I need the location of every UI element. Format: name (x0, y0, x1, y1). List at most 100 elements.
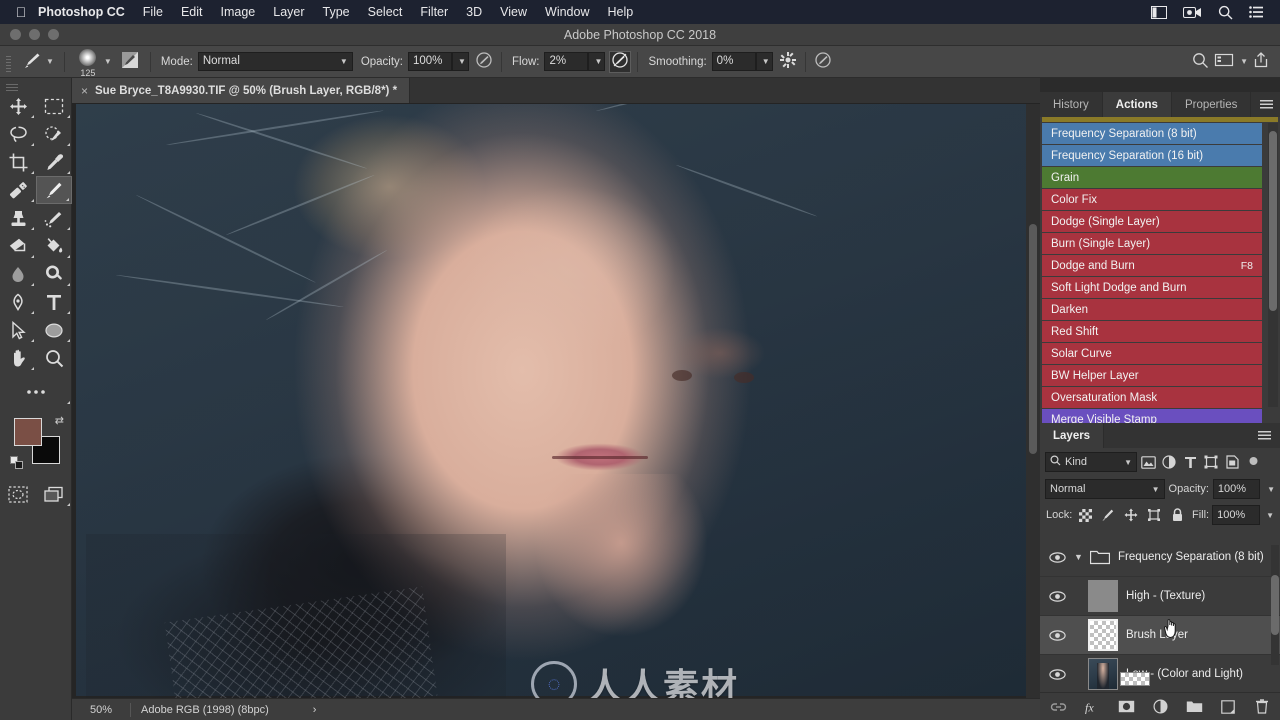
filter-toggle-icon[interactable] (1243, 452, 1263, 472)
pressure-opacity-toggle[interactable] (473, 51, 495, 73)
document-info[interactable]: Adobe RGB (1998) (8bpc) › (131, 704, 326, 716)
quick-selection-tool[interactable] (36, 120, 72, 148)
layer-visibility-toggle[interactable] (1040, 551, 1074, 563)
layer-visibility-toggle[interactable] (1040, 668, 1074, 680)
layer-thumbnail[interactable] (1088, 619, 1118, 651)
history-brush-tool[interactable] (36, 204, 72, 232)
close-icon[interactable]: × (81, 84, 88, 98)
smoothing-input[interactable]: 0% (711, 52, 756, 71)
opacity-dropdown[interactable]: ▼ (452, 52, 469, 71)
default-colors-icon[interactable] (10, 456, 24, 470)
tab-properties[interactable]: Properties (1172, 92, 1252, 117)
menu-app-name[interactable]: Photoshop CC (34, 0, 134, 24)
eraser-tool[interactable] (0, 232, 36, 260)
canvas-area[interactable]: ◌ 人人素材 (72, 104, 1040, 720)
scrollbar-thumb[interactable] (1269, 131, 1277, 311)
menu-layer[interactable]: Layer (264, 0, 313, 24)
blend-mode-control[interactable]: Mode: Normal ▼ (157, 46, 357, 78)
layer-blend-mode-select[interactable]: Normal ▼ (1045, 479, 1165, 499)
layer-row-group[interactable]: ▼ Frequency Separation (8 bit) (1040, 538, 1280, 577)
panel-menu-button[interactable] (1249, 423, 1280, 448)
scrollbar-thumb[interactable] (1271, 575, 1279, 635)
flow-control[interactable]: Flow: 2% ▼ (508, 46, 609, 78)
menu-select[interactable]: Select (359, 0, 412, 24)
action-item[interactable]: BW Helper Layer (1042, 365, 1262, 386)
options-bar-grip[interactable] (4, 51, 14, 72)
minimize-button[interactable] (29, 29, 40, 40)
action-item[interactable]: Dodge (Single Layer) (1042, 211, 1262, 232)
layer-row-low-color-light[interactable]: Low - (Color and Light) (1040, 655, 1280, 694)
scrollbar-thumb[interactable] (1029, 224, 1037, 454)
tab-actions[interactable]: Actions (1102, 92, 1172, 117)
flow-input[interactable]: 2% (544, 52, 589, 71)
airbrush-toggle[interactable] (609, 50, 632, 73)
add-layer-mask-icon[interactable] (1117, 698, 1135, 716)
split-view-icon[interactable] (1151, 5, 1167, 19)
action-item[interactable]: Oversaturation Mask (1042, 387, 1262, 408)
edit-toolbar-button[interactable] (0, 378, 72, 406)
new-layer-icon[interactable] (1219, 698, 1237, 716)
layer-row-high-texture[interactable]: High - (Texture) (1040, 577, 1280, 616)
tab-layers[interactable]: Layers (1040, 423, 1105, 448)
chevron-down-icon[interactable]: ▼ (1267, 485, 1275, 494)
lasso-tool[interactable] (0, 120, 36, 148)
rectangular-marquee-tool[interactable] (36, 92, 72, 120)
brush-panel-toggle-button[interactable] (116, 46, 144, 78)
action-item[interactable]: Frequency Separation (8 bit) (1042, 123, 1262, 144)
apple-logo-icon[interactable]:  (8, 5, 34, 19)
layer-kind-select[interactable]: Kind ▼ (1045, 452, 1137, 472)
opacity-input[interactable]: 100% (408, 52, 452, 71)
smart-object-filter-icon[interactable] (1222, 452, 1242, 472)
action-item[interactable]: Solar Curve (1042, 343, 1262, 364)
menu-window[interactable]: Window (536, 0, 598, 24)
brush-preset-picker[interactable]: 125 ▼ (71, 46, 116, 78)
action-item[interactable]: Soft Light Dodge and Burn (1042, 277, 1262, 298)
smoothing-control[interactable]: Smoothing: 0% ▼ (644, 46, 776, 78)
path-selection-tool[interactable] (0, 316, 36, 344)
share-button[interactable] (1250, 51, 1272, 73)
actions-set-header[interactable] (1042, 117, 1278, 122)
screen-record-icon[interactable] (1183, 6, 1202, 19)
menu-image[interactable]: Image (212, 0, 265, 24)
spotlight-search-icon[interactable] (1218, 5, 1233, 20)
toolbar-grip[interactable] (0, 82, 71, 92)
pixel-layer-filter-icon[interactable] (1138, 452, 1158, 472)
zoom-level[interactable]: 50% (72, 704, 130, 716)
zoom-tool[interactable] (36, 344, 72, 372)
foreground-color-swatch[interactable] (14, 418, 42, 446)
layer-visibility-toggle[interactable] (1040, 629, 1074, 641)
action-item[interactable]: Burn (Single Layer) (1042, 233, 1262, 254)
lock-all-icon[interactable] (1167, 505, 1187, 525)
layer-visibility-toggle[interactable] (1040, 590, 1074, 602)
menu-filter[interactable]: Filter (411, 0, 457, 24)
action-item[interactable]: Color Fix (1042, 189, 1262, 210)
flow-dropdown[interactable]: ▼ (588, 52, 606, 71)
tab-history[interactable]: History (1040, 92, 1103, 117)
zoom-button[interactable] (48, 29, 59, 40)
eyedropper-tool[interactable] (36, 148, 72, 176)
horizontal-type-tool[interactable] (36, 288, 72, 316)
layer-thumbnail[interactable] (1088, 658, 1118, 690)
adjustment-layer-filter-icon[interactable] (1159, 452, 1179, 472)
layer-row-brush-layer[interactable]: Brush Layer (1040, 616, 1280, 655)
clone-stamp-tool[interactable] (0, 204, 36, 232)
action-item[interactable]: Grain (1042, 167, 1262, 188)
control-center-icon[interactable] (1249, 6, 1264, 18)
group-expand-chevron-icon[interactable]: ▼ (1074, 552, 1088, 562)
lock-transparent-pixels-icon[interactable] (1075, 505, 1095, 525)
chevron-down-icon[interactable]: ▼ (1266, 511, 1274, 520)
search-button[interactable] (1189, 51, 1211, 73)
blur-tool[interactable] (0, 260, 36, 288)
menu-edit[interactable]: Edit (172, 0, 212, 24)
chevron-down-icon[interactable]: ▼ (1240, 57, 1248, 66)
layer-style-fx-icon[interactable]: fx (1083, 698, 1101, 716)
new-adjustment-layer-icon[interactable] (1151, 698, 1169, 716)
action-item[interactable]: Darken (1042, 299, 1262, 320)
menu-3d[interactable]: 3D (457, 0, 491, 24)
smoothing-dropdown[interactable]: ▼ (755, 52, 773, 71)
move-tool[interactable] (0, 92, 36, 120)
layer-thumbnail[interactable] (1088, 580, 1118, 612)
menu-help[interactable]: Help (599, 0, 643, 24)
spot-healing-brush-tool[interactable] (0, 176, 36, 204)
action-item[interactable]: Frequency Separation (16 bit) (1042, 145, 1262, 166)
